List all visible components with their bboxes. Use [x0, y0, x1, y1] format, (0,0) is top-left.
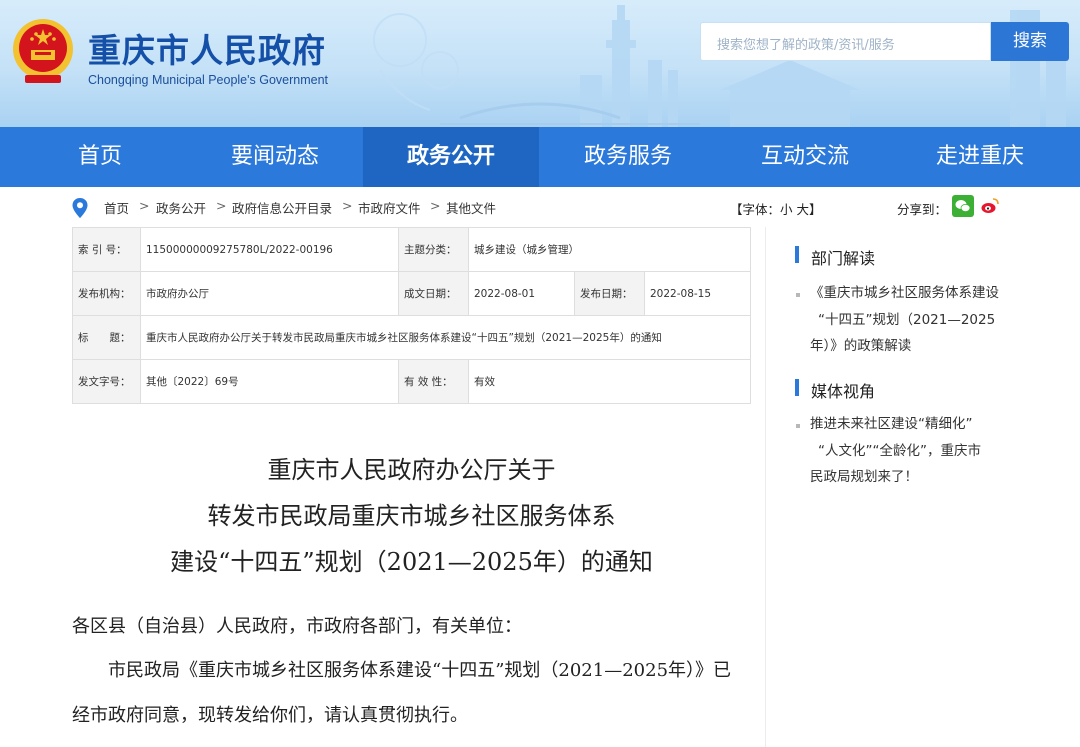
article-paragraph-line-1: 市民政局《重庆市城乡社区服务体系建设“十四五”规划（2021—2025年）》已	[108, 660, 732, 681]
docno-value: 其他〔2022〕69号	[140, 359, 399, 404]
article-title-line-1: 重庆市人民政府办公厅关于	[267, 456, 556, 484]
weibo-icon[interactable]	[979, 195, 1001, 217]
main-nav: 首页 要闻动态 政务公开 政务服务 互动交流 走进重庆	[0, 127, 1080, 187]
topic-label: 主题分类：	[398, 227, 469, 272]
article-paragraph-line-2: 经市政府同意，现转发给你们，请认真贯彻执行。	[72, 705, 468, 726]
article-title-line-2: 转发市民政局重庆市城乡社区服务体系	[207, 502, 616, 530]
title-label: 标 题：	[72, 315, 141, 360]
written-date-value: 2022-08-01	[468, 271, 575, 316]
article-title-line-3: 建设“十四五”规划（2021—2025年）的通知	[170, 548, 653, 576]
nav-item-about[interactable]: 走进重庆	[900, 127, 1060, 187]
link-line: 年）》的政策解读	[810, 338, 912, 354]
sidebar-heading-media: 媒体视角	[811, 382, 876, 401]
published-date-label: 发布日期：	[574, 271, 645, 316]
article-salutation: 各区县（自治县）人民政府，市政府各部门，有关单位：	[72, 616, 522, 637]
issuer-value: 市政府办公厅	[140, 271, 399, 316]
validity-value: 有效	[468, 359, 751, 404]
share-label: 分享到：	[897, 202, 948, 217]
docno-label: 发文字号：	[72, 359, 141, 404]
nav-item-gov-services[interactable]: 政务服务	[548, 127, 708, 187]
document-info-table: 索 引 号： 11500000009275780L/2022-00196 主题分…	[72, 227, 751, 404]
link-line: “十四五”规划（2021—2025	[818, 311, 996, 328]
validity-label: 有 效 性：	[398, 359, 469, 404]
search-input[interactable]: 搜索您想了解的政策/资讯/服务	[700, 22, 991, 61]
link-line: 推进未来社区建设“精细化”	[810, 416, 973, 432]
nav-item-news[interactable]: 要闻动态	[195, 127, 355, 187]
index-label: 索 引 号：	[72, 227, 141, 272]
breadcrumb-sep: >	[430, 198, 441, 213]
breadcrumb-home[interactable]: 首页	[104, 198, 129, 217]
wechat-icon[interactable]	[952, 195, 974, 217]
site-subtitle: Chongqing Municipal People's Government	[88, 73, 329, 87]
published-date-value: 2022-08-15	[644, 271, 751, 316]
nav-item-home[interactable]: 首页	[20, 127, 180, 187]
topic-value: 城乡建设（城乡管理）	[468, 227, 751, 272]
breadcrumb-sep: >	[342, 198, 353, 213]
national-emblem-icon	[13, 19, 73, 83]
sidebar-heading-dept-interpretation: 部门解读	[811, 249, 876, 268]
link-line: “人文化”“全龄化”，重庆市	[818, 442, 981, 459]
breadcrumb-gov-affairs[interactable]: 政务公开	[156, 198, 206, 217]
breadcrumb-sep: >	[216, 198, 227, 213]
breadcrumb-directory[interactable]: 政府信息公开目录	[232, 198, 332, 217]
sidebar-divider	[765, 227, 766, 747]
bullet-icon	[796, 293, 800, 297]
written-date-label: 成文日期：	[398, 271, 469, 316]
breadcrumb-other-docs[interactable]: 其他文件	[446, 198, 496, 217]
nav-item-interaction[interactable]: 互动交流	[725, 127, 885, 187]
link-line: 《重庆市城乡社区服务体系建设	[810, 285, 999, 301]
font-size-control[interactable]: 【字体：小 大】	[730, 199, 821, 218]
nav-item-gov-affairs[interactable]: 政务公开	[363, 127, 539, 187]
sidebar-link-interpretation[interactable]: 《重庆市城乡社区服务体系建设 “十四五”规划（2021—2025 年）》的政策解…	[810, 280, 999, 360]
site-header: 重庆市人民政府 Chongqing Municipal People's Gov…	[0, 0, 1080, 127]
link-line: 民政局规划来了！	[810, 469, 918, 485]
site-title[interactable]: 重庆市人民政府	[88, 24, 326, 72]
title-value: 重庆市人民政府办公厅关于转发市民政局重庆市城乡社区服务体系建设“十四五”规划（2…	[140, 315, 751, 360]
breadcrumb-sep: >	[139, 198, 150, 213]
index-value: 11500000009275780L/2022-00196	[140, 227, 399, 272]
issuer-label: 发布机构：	[72, 271, 141, 316]
sidebar-link-media[interactable]: 推进未来社区建设“精细化” “人文化”“全龄化”，重庆市 民政局规划来了！	[810, 411, 981, 491]
breadcrumb-city-docs[interactable]: 市政府文件	[358, 198, 421, 217]
breadcrumb: 首页 > 政务公开 > 政府信息公开目录 > 市政府文件 > 其他文件	[72, 198, 532, 218]
bullet-icon	[796, 424, 800, 428]
search-button[interactable]: 搜索	[991, 22, 1069, 61]
